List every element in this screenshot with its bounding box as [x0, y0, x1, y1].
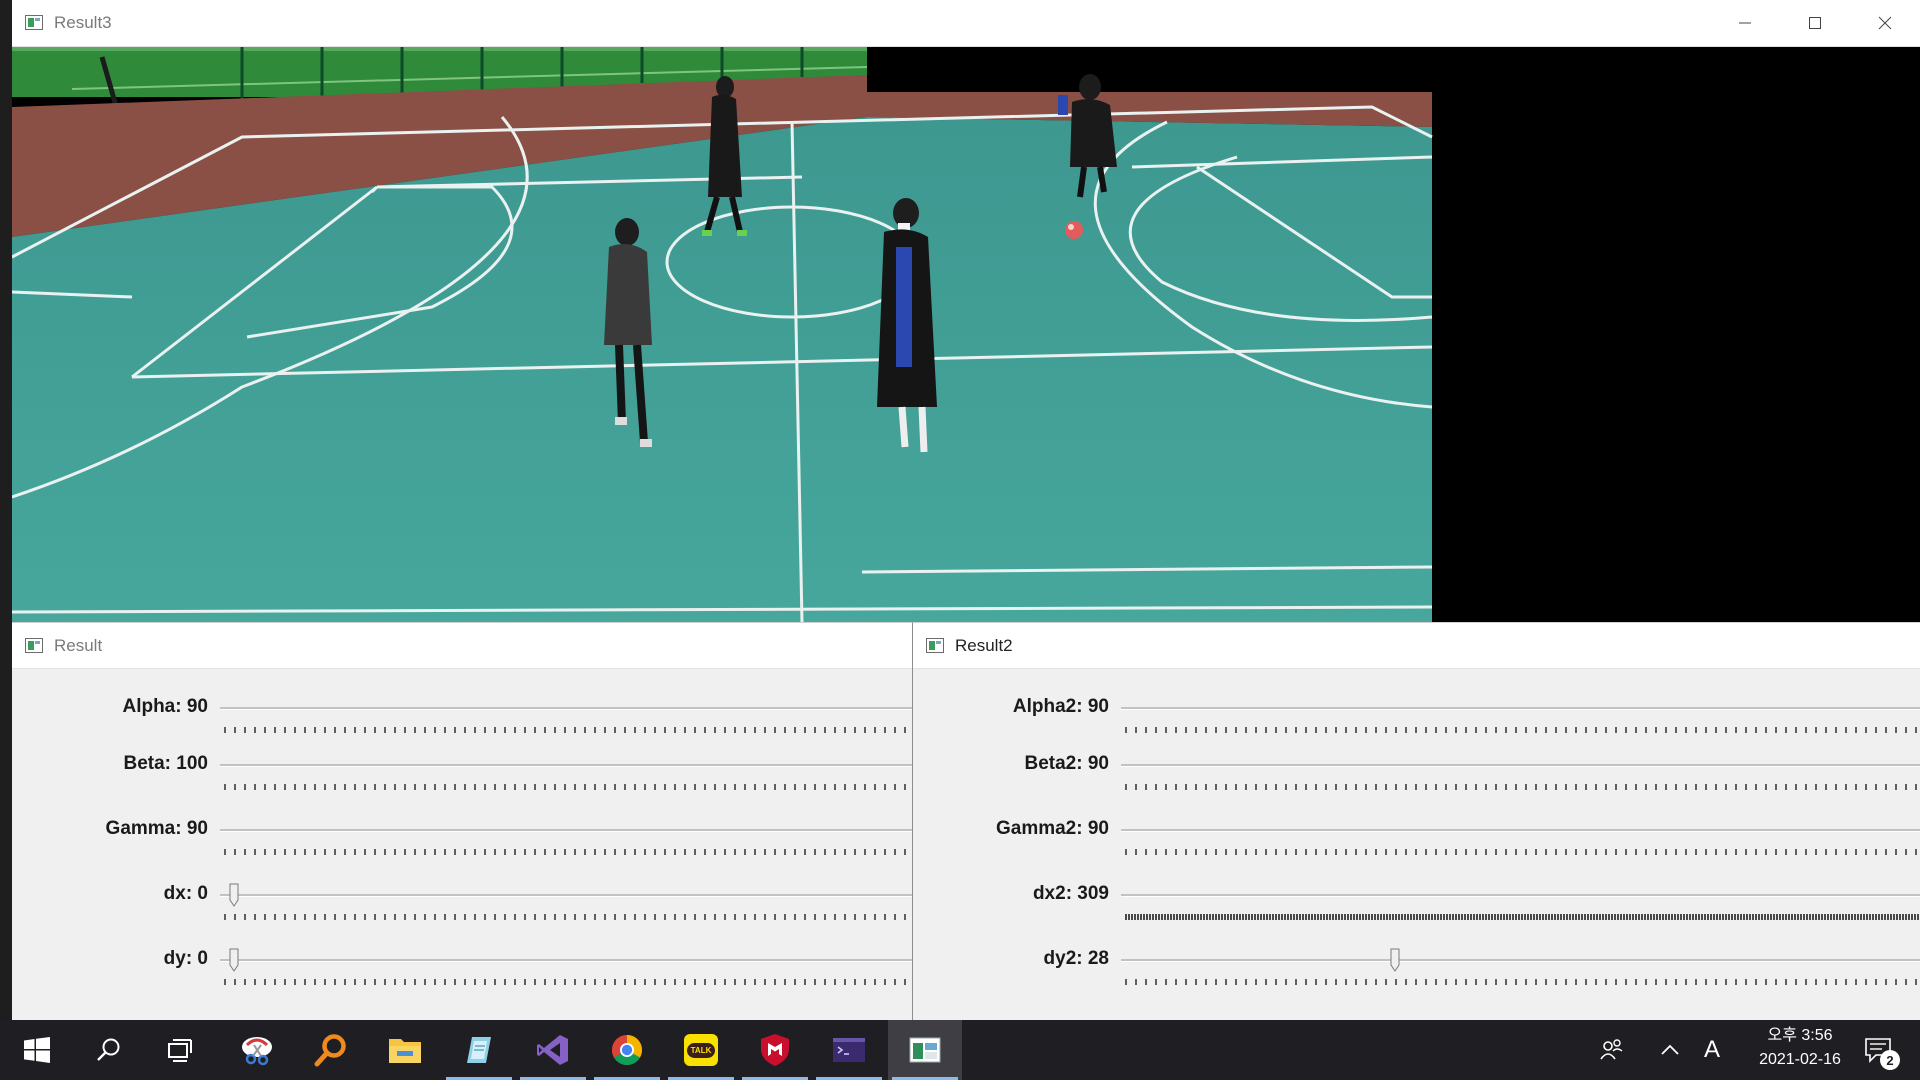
opencv-window-icon: [909, 1037, 941, 1063]
ime-label: A: [1703, 1036, 1720, 1063]
result2-window[interactable]: Result2 Alpha2: 90 Beta2: 90 Gamma2: 90 …: [912, 622, 1920, 1021]
mcafee-icon: [761, 1034, 789, 1066]
start-button[interactable]: [0, 1020, 74, 1080]
trackbar-alpha[interactable]: Alpha: 90: [12, 696, 912, 756]
trackbar-thumb[interactable]: [229, 948, 239, 972]
trackbar-track[interactable]: [220, 959, 912, 962]
opencv-window-icon: [24, 14, 46, 32]
trackbar-label: Gamma: 90: [105, 818, 208, 839]
trackbar-ticks: [1125, 849, 1920, 855]
file-explorer-icon: [389, 1039, 421, 1063]
stitched-video-frame: [12, 47, 1920, 622]
chrome-button[interactable]: [590, 1020, 664, 1080]
trackbar-ticks: [224, 849, 912, 855]
result3-titlebar[interactable]: Result3: [12, 0, 1920, 47]
search-button[interactable]: [72, 1020, 146, 1080]
trackbar-track[interactable]: [1121, 894, 1920, 897]
visual-studio-button[interactable]: [516, 1020, 590, 1080]
trackbar-gamma[interactable]: Gamma: 90: [12, 818, 912, 878]
trackbar-gamma2[interactable]: Gamma2: 90: [913, 818, 1920, 878]
trackbar-ticks: [1125, 979, 1920, 985]
window-title: Result: [54, 635, 103, 655]
action-center-button[interactable]: 2: [1848, 1020, 1908, 1080]
trackbar-beta[interactable]: Beta: 100: [12, 753, 912, 813]
magnifier-search-app-button[interactable]: [294, 1020, 368, 1080]
kakaotalk-icon: TALK: [684, 1034, 718, 1066]
chrome-icon: [611, 1035, 643, 1066]
trackbar-dy2[interactable]: dy2: 28: [913, 948, 1920, 1008]
trackbar-label: dy2: 28: [1043, 948, 1109, 969]
notepad-app-icon: [467, 1037, 491, 1063]
trackbar-label: dy: 0: [163, 948, 208, 969]
people-button[interactable]: [1584, 1020, 1640, 1080]
result-titlebar[interactable]: Result: [12, 623, 912, 669]
minimize-button[interactable]: [1710, 0, 1780, 46]
trackbar-ticks: [1125, 784, 1920, 790]
trackbar-thumb[interactable]: [229, 883, 239, 907]
file-explorer-button[interactable]: [368, 1020, 442, 1080]
opencv-window-icon: [24, 637, 46, 655]
minimize-icon: [1739, 22, 1751, 24]
show-hidden-icons-button[interactable]: [1648, 1020, 1692, 1080]
magnifier-search-app-icon: [314, 1034, 346, 1067]
trackbar-track[interactable]: [220, 764, 912, 767]
trackbar-track[interactable]: [220, 707, 912, 710]
trackbar-dx[interactable]: dx: 0: [12, 883, 912, 943]
trackbar-dy[interactable]: dy: 0: [12, 948, 912, 1008]
result2-titlebar[interactable]: Result2: [913, 623, 1920, 669]
trackbar-track[interactable]: [1121, 707, 1920, 710]
close-button[interactable]: [1850, 0, 1920, 46]
notepad-app-button[interactable]: [442, 1020, 516, 1080]
terminal-icon: [833, 1038, 865, 1062]
window-title: Result3: [54, 13, 112, 32]
terminal-button[interactable]: [812, 1020, 886, 1080]
window-title: Result2: [955, 635, 1013, 655]
task-view-icon: [168, 1039, 192, 1062]
opencv-window-icon: [925, 637, 947, 655]
trackbar-track[interactable]: [1121, 764, 1920, 767]
maximize-icon: [1809, 17, 1821, 29]
trackbar-label: dx: 0: [163, 883, 208, 904]
trackbar-label: Beta: 100: [123, 753, 209, 774]
trackbar-dx2[interactable]: dx2: 309: [913, 883, 1920, 943]
mcafee-button[interactable]: [738, 1020, 812, 1080]
maximize-button[interactable]: [1780, 0, 1850, 46]
trackbar-beta2[interactable]: Beta2: 90: [913, 753, 1920, 813]
result-window[interactable]: Result Alpha: 90 Beta: 100 Gamma: 90 dx:…: [12, 622, 912, 1021]
kakaotalk-button[interactable]: TALK: [664, 1020, 738, 1080]
trackbar-label: Beta2: 90: [1024, 753, 1110, 774]
trackbar-ticks: [224, 727, 912, 733]
trackbar-ticks: [224, 979, 912, 985]
visual-studio-icon: [537, 1035, 568, 1065]
trackbar-label: Alpha: 90: [122, 696, 208, 717]
trackbar-label: Alpha2: 90: [1012, 696, 1109, 717]
notification-badge: 2: [1880, 1050, 1900, 1070]
trackbar-label: Gamma2: 90: [995, 818, 1109, 839]
court-scene-image: [12, 47, 1920, 622]
trackbar-label: dx2: 309: [1032, 883, 1109, 904]
taskbar: TALK A 오후 3:56 2021-02-16 2: [0, 1020, 1920, 1080]
result3-window[interactable]: Result3: [12, 0, 1920, 622]
trackbar-ticks: [1125, 727, 1920, 733]
people-icon: [1600, 1039, 1623, 1060]
snip-tool-button[interactable]: [220, 1020, 294, 1080]
search-icon: [97, 1038, 120, 1061]
trackbar-ticks: [224, 914, 912, 920]
start-icon: [24, 1037, 50, 1063]
trackbar-track[interactable]: [1121, 829, 1920, 832]
trackbar-ticks: [224, 784, 912, 790]
trackbar-ticks: [1125, 914, 1920, 920]
kakaotalk-label: TALK: [686, 1042, 716, 1058]
snip-tool-icon: [242, 1037, 272, 1066]
trackbar-alpha2[interactable]: Alpha2: 90: [913, 696, 1920, 756]
task-view-button[interactable]: [144, 1020, 218, 1080]
chevron-up-icon: [1661, 1044, 1679, 1055]
trackbar-thumb[interactable]: [1390, 948, 1400, 972]
opencv-window-button[interactable]: [888, 1020, 962, 1080]
close-icon: [1878, 16, 1892, 30]
trackbar-track[interactable]: [220, 829, 912, 832]
trackbar-track[interactable]: [220, 894, 912, 897]
trackbar-track[interactable]: [1121, 959, 1920, 962]
